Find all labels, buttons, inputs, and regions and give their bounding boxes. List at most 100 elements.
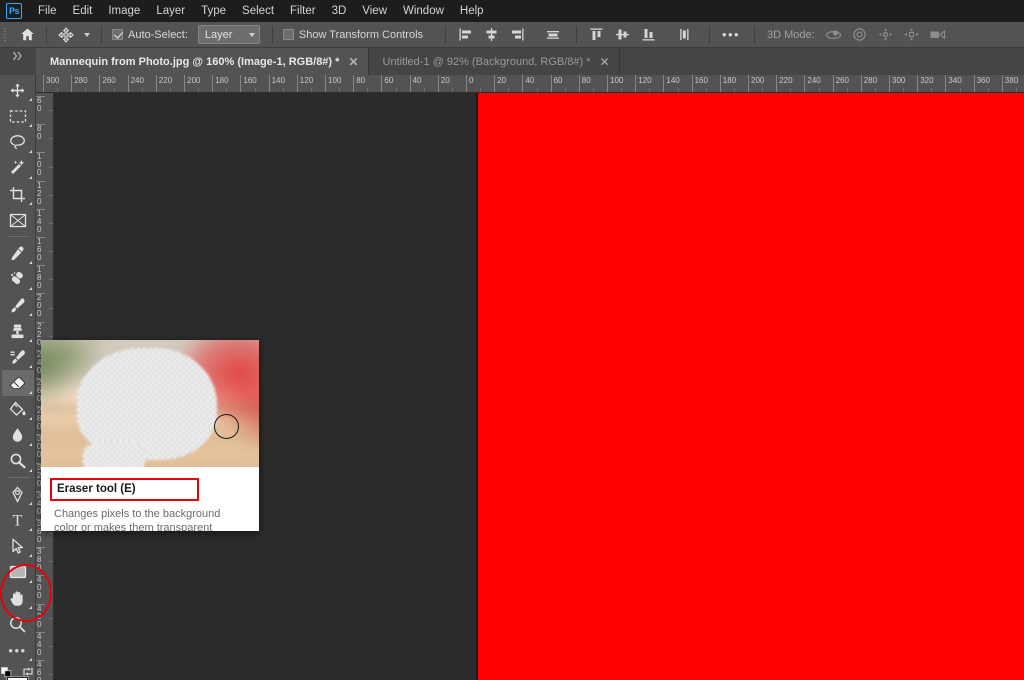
blur-tool-icon [12,427,23,442]
ruler-tick-horizontal: 20 [437,75,450,92]
tool-brush[interactable] [2,292,34,318]
current-tool-button[interactable] [53,22,79,48]
menu-item-help[interactable]: Help [452,3,492,19]
move-tool-icon [10,83,25,97]
more-options-button[interactable]: ••• [716,22,746,48]
tool-edit-toolbar[interactable]: ••• [2,637,34,663]
align-vertical-centers-button[interactable] [540,22,566,48]
ruler-minor-tick-horizontal [423,88,427,92]
type-tool-icon: T [13,513,23,529]
ruler-tick-vertical: 460 [36,660,45,680]
close-icon[interactable]: ✕ [348,56,358,68]
options-separator-2 [101,25,102,44]
distribute-vertical-centers-icon [615,29,629,40]
align-horizontal-centers-button[interactable] [478,22,504,48]
tool-gradient[interactable] [2,396,34,422]
horizontal-ruler[interactable]: 300 280 260 240 220 200 180 160 140 120 100 80 60 40 2… [36,75,1024,93]
ruler-minor-tick-vertical [49,533,53,535]
menu-item-file[interactable]: File [30,3,65,19]
ruler-tick-vertical: 60 [36,96,45,113]
align-top-edges-button[interactable] [583,22,609,48]
tool-eyedropper[interactable] [2,240,34,266]
align-right-edges-icon [511,28,524,41]
paint-bucket-tool-icon [9,401,26,416]
ruler-tick-horizontal: 20 [494,75,506,92]
tool-rectangular-marquee[interactable] [2,103,34,129]
photoshop-logo-icon: Ps [6,3,22,19]
tool-rectangle[interactable] [2,559,34,585]
home-button[interactable] [14,22,40,48]
ruler-minor-tick-horizontal [198,88,201,92]
ruler-minor-tick-horizontal [874,88,878,92]
tab-untitled-1[interactable]: Untitled-1 @ 92% (Background, RGB/8#) * … [368,48,620,75]
chevron-down-icon [84,32,90,37]
distribute-vertical-centers-button[interactable] [609,22,635,48]
menu-item-image[interactable]: Image [100,3,148,19]
options-separator-3 [271,25,273,44]
options-bar-grip[interactable] [0,22,10,48]
tool-flyout-indicator [28,287,32,290]
ruler-minor-tick-vertical [49,645,53,647]
tool-preset-dropdown[interactable] [79,22,95,48]
tooltip-description: Changes pixels to the background color o… [54,508,221,531]
3d-camera-button [925,22,951,48]
tool-spot-healing-brush[interactable] [2,266,34,292]
ruler-tick-vertical: 380 [36,547,45,572]
auto-select-label: Auto-Select: [128,28,188,41]
tool-flyout-indicator [28,580,32,583]
tool-clone-stamp[interactable] [2,318,34,344]
3d-pan-button [873,22,899,48]
show-transform-controls-checkbox[interactable]: Show Transform Controls [279,29,427,41]
menu-item-window[interactable]: Window [395,3,452,19]
tool-pen[interactable] [2,481,34,507]
menu-item-3d[interactable]: 3D [324,3,355,19]
close-icon[interactable]: ✕ [600,56,610,68]
menu-item-view[interactable]: View [354,3,395,19]
tool-horizontal-type[interactable]: T [2,507,34,533]
menu-item-select[interactable]: Select [234,3,282,19]
tool-dodge[interactable] [2,448,34,474]
ruler-minor-tick-vertical [49,561,53,563]
tool-flyout-indicator [28,391,32,394]
tool-move[interactable] [2,77,34,103]
options-bar: Auto-Select: Layer Show Transform Contro… [0,22,1024,48]
align-top-edges-icon [590,28,603,40]
tooltip-title: Eraser tool (E) [50,478,199,501]
expand-panels-button[interactable] [0,48,36,75]
tab-label: Untitled-1 @ 92% (Background, RGB/8#) * [382,55,591,68]
eraser-tool-icon [9,376,25,390]
tool-flyout-indicator [28,202,32,205]
tool-flyout-indicator [28,554,32,557]
tool-crop[interactable] [2,181,34,207]
menu-item-type[interactable]: Type [193,3,234,19]
auto-select-scope-dropdown[interactable]: Layer [197,25,260,44]
tool-eraser[interactable] [1,370,34,396]
tool-object-selection[interactable] [2,155,34,181]
ruler-minor-tick-horizontal [762,88,765,92]
tool-lasso[interactable] [2,129,34,155]
align-bottom-edges-button[interactable] [635,22,661,48]
tool-hand[interactable] [2,585,34,611]
tool-zoom[interactable] [2,611,34,637]
ruler-minor-tick-horizontal [85,88,88,92]
tool-blur[interactable] [2,422,34,448]
tool-path-selection[interactable] [2,533,34,559]
menu-item-edit[interactable]: Edit [65,3,101,19]
ruler-minor-tick-vertical [49,194,53,196]
auto-select-checkbox[interactable]: Auto-Select: [108,29,192,41]
menu-item-layer[interactable]: Layer [148,3,193,19]
align-left-edges-button[interactable] [452,22,478,48]
tool-frame[interactable] [2,207,34,233]
tool-flyout-indicator [28,339,32,342]
align-right-edges-button[interactable] [504,22,530,48]
align-bottom-edges-icon [642,29,655,41]
tool-flyout-indicator [28,528,32,531]
distribute-horizontal-button[interactable] [671,22,697,48]
active-document-canvas[interactable] [478,93,1024,680]
tool-history-brush[interactable] [2,344,34,370]
menu-item-filter[interactable]: Filter [282,3,324,19]
ruler-minor-tick-horizontal [339,88,342,92]
tab-mannequin-from-photo[interactable]: Mannequin from Photo.jpg @ 160% (Image-1… [36,48,369,75]
history-brush-tool-icon [10,349,25,364]
ruler-minor-tick-horizontal [367,88,370,92]
